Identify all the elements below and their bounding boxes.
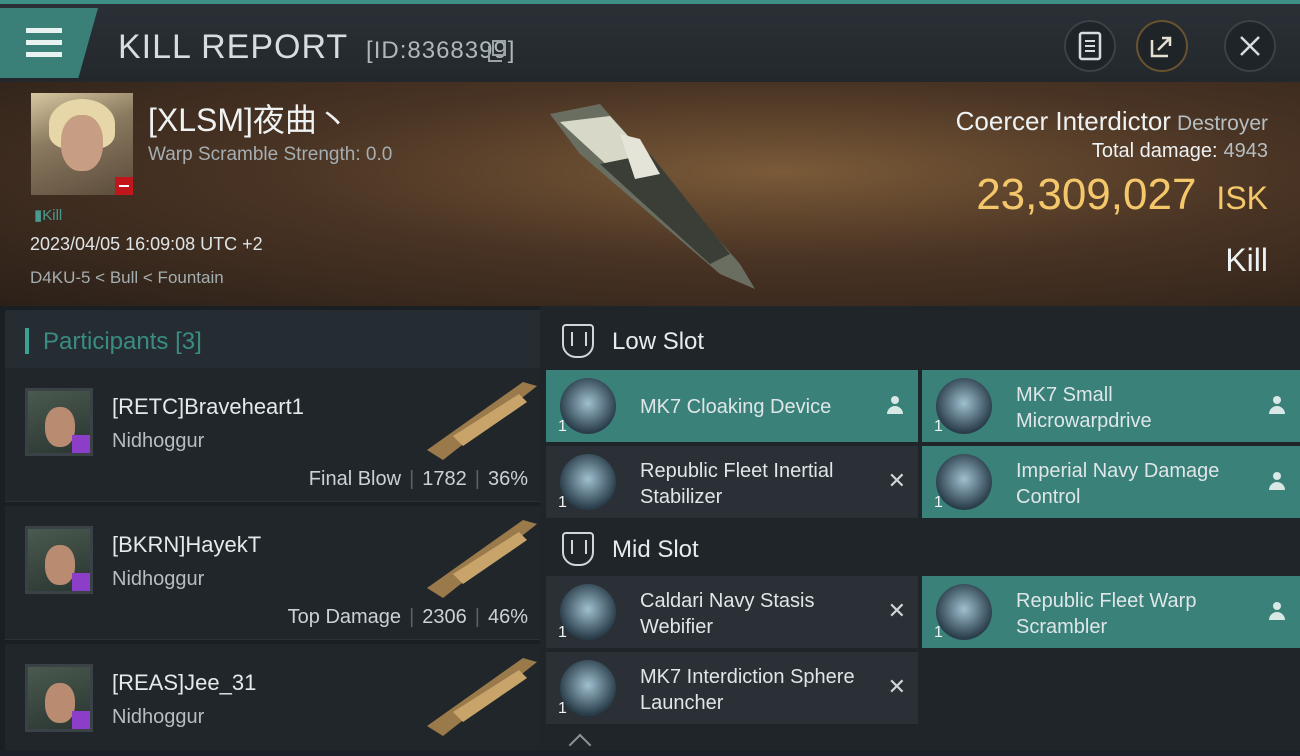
avatar [25,526,93,594]
participant-ship: Nidhoggur [112,706,205,728]
module-icon [936,378,992,434]
isk-unit: ISK [1216,180,1268,216]
module-icon [560,454,616,510]
slot-item[interactable]: 1 Republic Fleet Warp Scrambler [922,576,1300,648]
module-icon [560,584,616,640]
person-icon [886,396,904,416]
participant-ship: Nidhoggur [112,430,205,452]
item-qty: 1 [558,494,567,511]
low-slot-header: Low Slot [540,310,1300,372]
module-icon [936,454,992,510]
participant-name: [RETC]Braveheart1 [112,394,304,419]
item-qty: 1 [934,418,943,435]
report-button[interactable] [1064,20,1116,72]
kill-tag-text: Kill [42,207,63,224]
module-icon [560,378,616,434]
participant-stats: Top Damage | 2306 | 46% [287,606,528,628]
participant-ship-image [427,658,537,736]
kill-location[interactable]: D4KU-5 < Bull < Fountain [30,268,224,288]
participants-header: Participants [3] [5,310,540,368]
fitting-panel: Low Slot 1 MK7 Cloaking Device 1 MK7 Sma… [540,306,1300,750]
slot-item[interactable]: 1 Republic Fleet Inertial Stabilizer ✕ [546,446,918,518]
slot-item[interactable]: 1 MK7 Small Microwarpdrive [922,370,1300,442]
participant-name: [BKRN]HayekT [112,532,262,557]
participant-ship-image [427,382,537,460]
item-name: Republic Fleet Inertial Stabilizer [640,460,834,508]
total-damage-value: 4943 [1223,140,1269,162]
slot-item[interactable]: 1 MK7 Interdiction Sphere Launcher ✕ [546,652,918,724]
slot-item[interactable]: 1 Caldari Navy Stasis Webifier ✕ [546,576,918,648]
participant-ship: Nidhoggur [112,568,205,590]
ship-class: Destroyer [1176,112,1268,135]
participant-damage: 1782 [422,468,467,490]
item-name: MK7 Interdiction Sphere Launcher [640,666,855,714]
total-damage-label: Total damage: [1091,140,1218,162]
participant-role: Top Damage [287,606,402,628]
participants-count: [3] [175,328,202,355]
participant-stats: Final Blow | 1782 | 36% [308,468,528,490]
avatar [25,388,93,456]
victim-ship-image[interactable] [540,94,770,294]
participants-panel: Participants [3] [RETC]Braveheart1 Nidho… [0,306,540,750]
result-label: Kill [1225,242,1268,278]
participant-row[interactable]: [REAS]Jee_31 Nidhoggur [5,644,540,750]
participant-row[interactable]: [BKRN]HayekT Nidhoggur Top Damage | 2306 | 4… [5,506,540,640]
isk-value: 23,309,027 ISK [976,170,1268,220]
share-button[interactable] [1136,20,1188,72]
victim-pilot-name[interactable]: [XLSM]夜曲丶 [148,95,349,141]
copy-icon[interactable] [488,40,506,62]
menu-button[interactable] [0,8,98,78]
avatar [25,664,93,732]
module-icon [560,660,616,716]
total-damage: Total damage: 4943 [1092,140,1268,163]
slot-item[interactable]: 1 MK7 Cloaking Device [546,370,918,442]
close-button[interactable] [1224,20,1276,72]
document-icon [1078,31,1102,61]
item-qty: 1 [934,624,943,641]
participant-ship-image [427,520,537,598]
item-qty: 1 [934,494,943,511]
title-text: KILL REPORT [118,28,348,66]
shield-icon [562,532,594,566]
warp-scramble-strength: Warp Scramble Strength: 0.0 [148,144,393,165]
slot-item[interactable]: 1 Imperial Navy Damage Control [922,446,1300,518]
person-icon [1268,602,1286,622]
mid-slot-header: Mid Slot [540,518,1300,580]
item-qty: 1 [558,624,567,641]
person-icon [1268,396,1286,416]
item-name: MK7 Small Microwarpdrive [1016,384,1152,432]
share-icon [1150,36,1172,58]
x-icon: ✕ [887,598,906,623]
kill-datetime: 2023/04/05 16:09:08 UTC +2 [30,234,263,254]
item-name: MK7 Cloaking Device [640,396,832,418]
mid-slot-label: Mid Slot [612,536,699,563]
ship-name: Coercer Interdictor [955,106,1171,136]
page-title: KILL REPORT [ID:8368399] [118,28,515,67]
participant-row[interactable]: [RETC]Braveheart1 Nidhoggur Final Blow | 1… [5,368,540,502]
participants-label: Participants [43,328,169,355]
victim-ship[interactable]: Coercer Interdictor Destroyer [956,106,1268,137]
module-icon [936,584,992,640]
participant-percent: 46% [487,606,528,628]
x-icon: ✕ [887,468,906,493]
participant-damage: 2306 [422,606,467,628]
security-badge [115,177,133,195]
kill-tag: ▮Kill [34,207,63,224]
item-name: Caldari Navy Stasis Webifier [640,590,815,638]
participant-name: [REAS]Jee_31 [112,670,257,695]
close-icon [1240,36,1260,56]
item-qty: 1 [558,418,567,435]
x-icon: ✕ [887,674,906,699]
item-name: Republic Fleet Warp Scrambler [1016,590,1197,638]
item-qty: 1 [558,700,567,717]
item-name: Imperial Navy Damage Control [1016,460,1220,508]
victim-banner: [XLSM]夜曲丶 Warp Scramble Strength: 0.0 ▮K… [0,82,1300,306]
top-bar: KILL REPORT [ID:8368399] [0,0,1300,82]
shield-icon [562,324,594,358]
participant-percent: 36% [487,468,528,490]
participant-role: Final Blow [308,468,402,490]
isk-amount: 23,309,027 [976,170,1197,219]
person-icon [1268,472,1286,492]
low-slot-label: Low Slot [612,328,705,355]
